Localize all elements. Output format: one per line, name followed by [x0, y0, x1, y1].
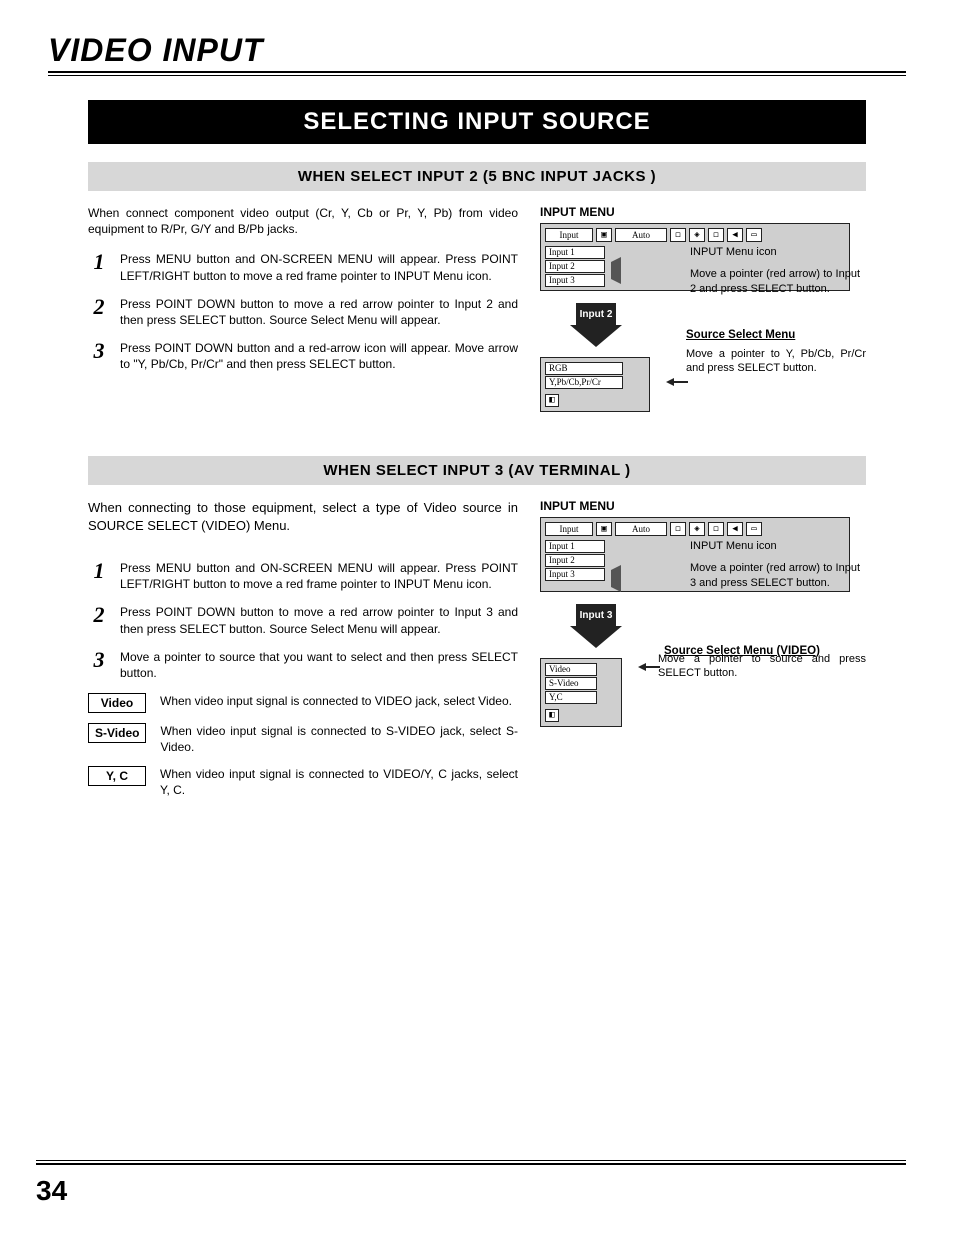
- input-item: Input 1: [545, 246, 605, 259]
- arrow-label: Input 2: [576, 303, 616, 325]
- source-heading: Source Select Menu: [686, 329, 866, 341]
- step-number: 1: [88, 251, 110, 283]
- step-text: Press MENU button and ON-SCREEN MENU wil…: [120, 251, 518, 283]
- step: 3 Press POINT DOWN button and a red-arrow…: [88, 340, 518, 372]
- figure-heading: INPUT MENU: [540, 499, 866, 513]
- option-row: Video When video input signal is connect…: [88, 693, 518, 713]
- step-text: Press MENU button and ON-SCREEN MENU wil…: [120, 560, 518, 592]
- toolbar-icon: ◻: [670, 228, 686, 242]
- toolbar-icon: ◻: [708, 228, 724, 242]
- step-number: 1: [88, 560, 110, 592]
- source-item: S-Video: [545, 677, 597, 690]
- toolbar-icon: ◈: [689, 228, 705, 242]
- figure-heading: INPUT MENU: [540, 205, 866, 219]
- intro-b: When connecting to those equipment, sele…: [88, 499, 518, 534]
- toolbar-icon: ◻: [708, 522, 724, 536]
- step-text: Press POINT DOWN button to move a red ar…: [120, 604, 518, 636]
- source-item: Y,Pb/Cb,Pr/Cr: [545, 376, 623, 389]
- option-label: Video: [88, 693, 146, 713]
- subheading-b: WHEN SELECT INPUT 3 (AV TERMINAL ): [88, 456, 866, 485]
- annot-pointer: Move a pointer (red arrow) to Input 2 an…: [690, 267, 860, 296]
- input-item: Input 2: [545, 554, 605, 567]
- page-number: 34: [36, 1175, 67, 1207]
- step: 2 Press POINT DOWN button to move a red a…: [88, 604, 518, 636]
- toolbar-icon: ◻: [670, 522, 686, 536]
- input-item: Input 2: [545, 260, 605, 273]
- source-item: Y,C: [545, 691, 597, 704]
- input-icon: ▣: [596, 228, 612, 242]
- step-number: 3: [88, 340, 110, 372]
- input-item: Input 3: [545, 568, 605, 581]
- topbar-label: Input: [545, 228, 593, 242]
- arrow-label: Input 3: [576, 604, 616, 626]
- step-text: Move a pointer to source that you want t…: [120, 649, 518, 681]
- intro-a: When connect component video output (Cr,…: [88, 205, 518, 237]
- annot-source: Move a pointer to Y, Pb/Cb, Pr/Cr and pr…: [686, 347, 866, 376]
- step-number: 2: [88, 296, 110, 328]
- input-item: Input 1: [545, 540, 605, 553]
- input-list: Input 1 Input 2 Input 3: [545, 246, 605, 287]
- input-list: Input 1 Input 2 Input 3: [545, 540, 605, 581]
- annotation: INPUT Menu icon Move a pointer (red arro…: [690, 245, 860, 296]
- annot-icon: INPUT Menu icon: [690, 245, 860, 259]
- topbar-label: Input: [545, 522, 593, 536]
- rule-thin: [36, 1160, 906, 1161]
- rule-thick: [36, 1163, 906, 1165]
- step-text: Press POINT DOWN button to move a red ar…: [120, 296, 518, 328]
- step: 1 Press MENU button and ON-SCREEN MENU wi…: [88, 251, 518, 283]
- topbar-auto: Auto: [615, 522, 667, 536]
- option-list: Video When video input signal is connect…: [88, 693, 518, 798]
- option-row: Y, C When video input signal is connecte…: [88, 766, 518, 798]
- step-number: 2: [88, 604, 110, 636]
- rule-thick: [48, 71, 906, 73]
- menu-topbar: Input ▣ Auto ◻ ◈ ◻ ◀ ▭: [545, 521, 845, 540]
- annotation: INPUT Menu icon Move a pointer (red arro…: [690, 539, 860, 590]
- menu-topbar: Input ▣ Auto ◻ ◈ ◻ ◀ ▭: [545, 227, 845, 246]
- source-item: RGB: [545, 362, 623, 375]
- close-icon: ◧: [545, 709, 559, 722]
- option-desc: When video input signal is connected to …: [160, 693, 512, 709]
- close-icon: ◧: [545, 394, 559, 407]
- pointer-arrow-icon: [611, 565, 621, 592]
- toolbar-icon: ▭: [746, 522, 762, 536]
- option-desc: When video input signal is connected to …: [160, 766, 518, 798]
- down-arrow-icon: Input 2: [570, 325, 622, 347]
- input-item: Input 3: [545, 274, 605, 287]
- option-row: S-Video When video input signal is conne…: [88, 723, 518, 755]
- toolbar-icon: ◀: [727, 228, 743, 242]
- option-label: Y, C: [88, 766, 146, 786]
- option-desc: When video input signal is connected to …: [160, 723, 518, 755]
- source-item: Video: [545, 663, 597, 676]
- annot-pointer: Move a pointer (red arrow) to Input 3 an…: [690, 561, 860, 590]
- annot-icon: INPUT Menu icon: [690, 539, 860, 553]
- rule-thin: [48, 75, 906, 76]
- source-select-screenshot: RGB Y,Pb/Cb,Pr/Cr ◧: [540, 357, 650, 412]
- source-heading: Source Select Menu (VIDEO): [664, 645, 820, 657]
- section-banner: SELECTING INPUT SOURCE: [88, 100, 866, 144]
- step-number: 3: [88, 649, 110, 681]
- step-text: Press POINT DOWN button and a red-arrow …: [120, 340, 518, 372]
- step: 3 Move a pointer to source that you want …: [88, 649, 518, 681]
- subheading-a: WHEN SELECT INPUT 2 (5 BNC INPUT JACKS ): [88, 162, 866, 191]
- step: 2 Press POINT DOWN button to move a red a…: [88, 296, 518, 328]
- toolbar-icon: ◀: [727, 522, 743, 536]
- pointer-arrow-icon: [611, 257, 621, 284]
- callout-arrow-icon: [666, 378, 674, 386]
- input-icon: ▣: [596, 522, 612, 536]
- toolbar-icon: ▭: [746, 228, 762, 242]
- chapter-title: VIDEO INPUT: [48, 32, 906, 69]
- topbar-auto: Auto: [615, 228, 667, 242]
- down-arrow-icon: Input 3: [570, 626, 622, 648]
- step: 1 Press MENU button and ON-SCREEN MENU wi…: [88, 560, 518, 592]
- source-select-screenshot: Video S-Video Y,C ◧: [540, 658, 622, 727]
- toolbar-icon: ◈: [689, 522, 705, 536]
- callout-arrow-icon: [638, 663, 646, 671]
- option-label: S-Video: [88, 723, 146, 743]
